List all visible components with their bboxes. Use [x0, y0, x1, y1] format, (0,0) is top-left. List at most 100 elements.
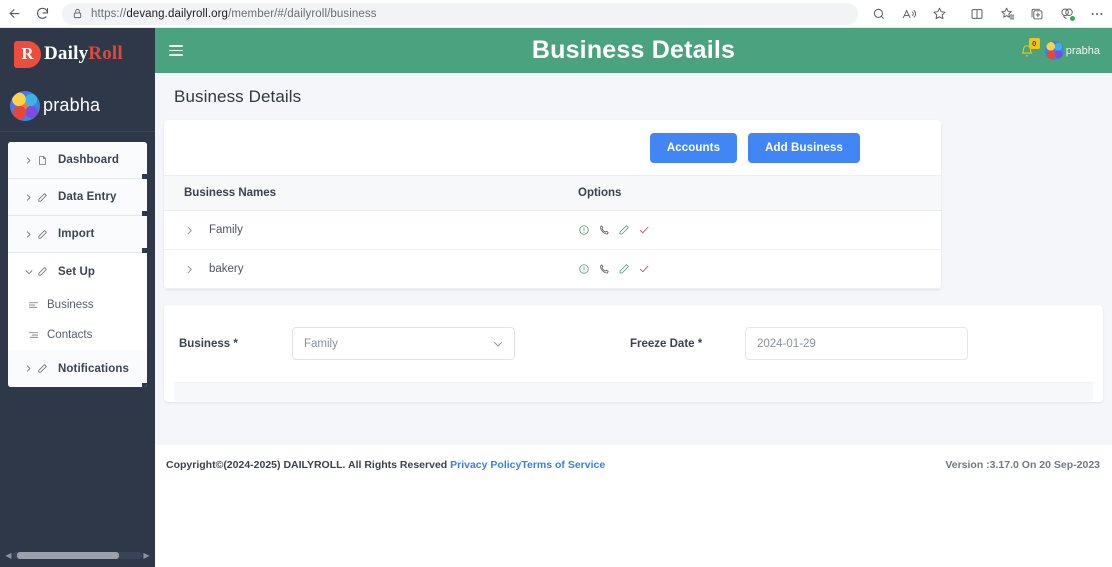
form-footer-strip — [174, 382, 1093, 402]
freeze-date-input[interactable]: 2024-01-29 — [745, 327, 968, 360]
sidebar-profile[interactable]: prabha — [0, 80, 155, 132]
url-path: /member/#/dailyroll/business — [228, 7, 377, 20]
business-field-label: Business * — [179, 337, 238, 350]
chevron-right-icon — [24, 156, 37, 165]
header-right: 0 prabha — [1020, 37, 1100, 60]
settings-ellipsis-icon[interactable] — [1082, 1, 1112, 27]
check-icon[interactable] — [638, 224, 650, 236]
page-content: Business Details Accounts Add Business B… — [155, 73, 1112, 445]
page-title: Business Details — [174, 87, 302, 106]
hamburger-icon[interactable] — [169, 45, 183, 56]
browser-toolbar-icons — [864, 0, 1112, 28]
table-row[interactable]: bakery — [164, 249, 941, 289]
logo-mark-icon: R — [14, 40, 41, 68]
version-text: Version :3.17.0 On 20 Sep-2023 — [945, 459, 1100, 471]
app-header: Business Details 0 prabha — [155, 28, 1112, 73]
profile-name: prabha — [43, 95, 101, 115]
split-screen-icon[interactable] — [962, 1, 992, 27]
sidebar-item-label: Dashboard — [58, 154, 119, 166]
sidebar: R DailyRoll prabha Dashboard Data Entry … — [0, 28, 155, 567]
scrollbar-track[interactable] — [13, 552, 142, 559]
scrollbar-thumb[interactable] — [17, 552, 119, 559]
column-header-business-names: Business Names — [164, 175, 564, 211]
accounts-button[interactable]: Accounts — [649, 133, 738, 163]
copyright-text: Copyright©(2024-2025) DAILYROLL. All Rig… — [165, 459, 605, 471]
align-left-icon — [28, 300, 39, 311]
chevron-down-icon — [492, 338, 504, 350]
sidebar-item-label: Import — [58, 228, 95, 240]
chevron-right-icon[interactable] — [184, 264, 195, 275]
align-right-icon — [28, 330, 39, 341]
essentials-status-dot — [1069, 14, 1076, 22]
scroll-left-arrow-icon[interactable]: ◀ — [4, 551, 13, 560]
collections-icon[interactable] — [992, 1, 1022, 27]
user-menu[interactable]: prabha — [1044, 41, 1100, 60]
favorites-star-icon[interactable] — [924, 1, 954, 27]
business-select-value: Family — [304, 337, 338, 350]
chevron-right-icon — [24, 364, 37, 373]
sidebar-item-set-up[interactable]: Set Up — [8, 253, 147, 290]
info-icon[interactable] — [578, 224, 590, 236]
pencil-icon — [37, 266, 58, 277]
pencil-icon — [37, 363, 58, 374]
pencil-icon — [37, 229, 58, 240]
add-business-button[interactable]: Add Business — [748, 133, 860, 163]
app-window: R DailyRoll prabha Dashboard Data Entry … — [0, 28, 1112, 567]
read-aloud-icon[interactable] — [894, 1, 924, 27]
file-icon — [37, 155, 58, 166]
scroll-right-arrow-icon[interactable]: ▶ — [142, 551, 151, 560]
avatar — [1044, 41, 1064, 60]
sidebar-item-notch — [142, 383, 147, 387]
browser-essentials-icon[interactable] — [1052, 1, 1082, 27]
sidebar-item-label: Set Up — [58, 265, 96, 278]
chevron-right-icon[interactable] — [184, 225, 195, 236]
check-icon[interactable] — [638, 263, 650, 275]
sidebar-item-business[interactable]: Business — [8, 290, 147, 320]
row-options — [578, 224, 941, 236]
logo-word-daily: Daily — [44, 43, 89, 64]
phone-icon[interactable] — [598, 263, 610, 275]
search-icon[interactable] — [864, 1, 894, 27]
sidebar-item-dashboard[interactable]: Dashboard — [8, 142, 147, 179]
browser-app-icon[interactable] — [1022, 1, 1052, 27]
chevron-right-icon — [24, 230, 37, 239]
card-action-bar: Accounts Add Business — [164, 120, 941, 175]
url-domain: devang.dailyroll.org — [126, 7, 229, 20]
header-title: Business Details — [531, 36, 736, 64]
pencil-icon — [37, 192, 58, 203]
reload-icon[interactable] — [28, 0, 56, 28]
browser-toolbar: https://devang.dailyroll.org/member/#/da… — [0, 0, 1112, 28]
table-row[interactable]: Family — [164, 210, 941, 250]
address-bar[interactable]: https://devang.dailyroll.org/member/#/da… — [62, 2, 858, 25]
sidebar-item-label: Data Entry — [58, 191, 117, 203]
sidebar-item-label: Notifications — [58, 362, 129, 375]
row-options — [578, 263, 941, 275]
terms-of-service-link[interactable]: Terms of Service — [521, 459, 605, 471]
sidebar-horizontal-scrollbar[interactable]: ◀ ▶ — [4, 550, 151, 561]
chevron-down-icon — [24, 267, 37, 277]
table-header-row: Business Names Options — [164, 175, 941, 211]
logo-word-roll: Roll — [88, 43, 123, 64]
info-icon[interactable] — [578, 263, 590, 275]
business-select[interactable]: Family — [292, 327, 515, 360]
edit-pencil-icon[interactable] — [618, 263, 630, 275]
cell-options — [564, 210, 941, 250]
back-arrow-icon[interactable] — [0, 0, 28, 28]
notifications-button[interactable]: 0 — [1020, 37, 1040, 58]
sidebar-item-notifications[interactable]: Notifications — [8, 350, 147, 387]
sidebar-item-data-entry[interactable]: Data Entry — [8, 179, 147, 216]
logo-text: DailyRoll — [44, 43, 123, 65]
sidebar-subitem-label: Business — [47, 299, 94, 311]
copyright-label: Copyright©(2024-2025) DAILYROLL. All Rig… — [166, 459, 451, 471]
sidebar-item-contacts[interactable]: Contacts — [8, 320, 147, 350]
sidebar-item-import[interactable]: Import — [8, 216, 147, 253]
row-name-wrap: bakery — [184, 263, 564, 275]
phone-icon[interactable] — [598, 224, 610, 236]
privacy-policy-link[interactable]: Privacy Policy — [450, 459, 521, 471]
sidebar-subitem-label: Contacts — [47, 329, 93, 341]
user-name: prabha — [1065, 44, 1100, 57]
table-body: Family bakery — [164, 210, 941, 289]
edit-pencil-icon[interactable] — [618, 224, 630, 236]
business-list-card: Accounts Add Business Business Names Opt… — [164, 120, 941, 289]
app-logo[interactable]: R DailyRoll — [0, 28, 155, 80]
